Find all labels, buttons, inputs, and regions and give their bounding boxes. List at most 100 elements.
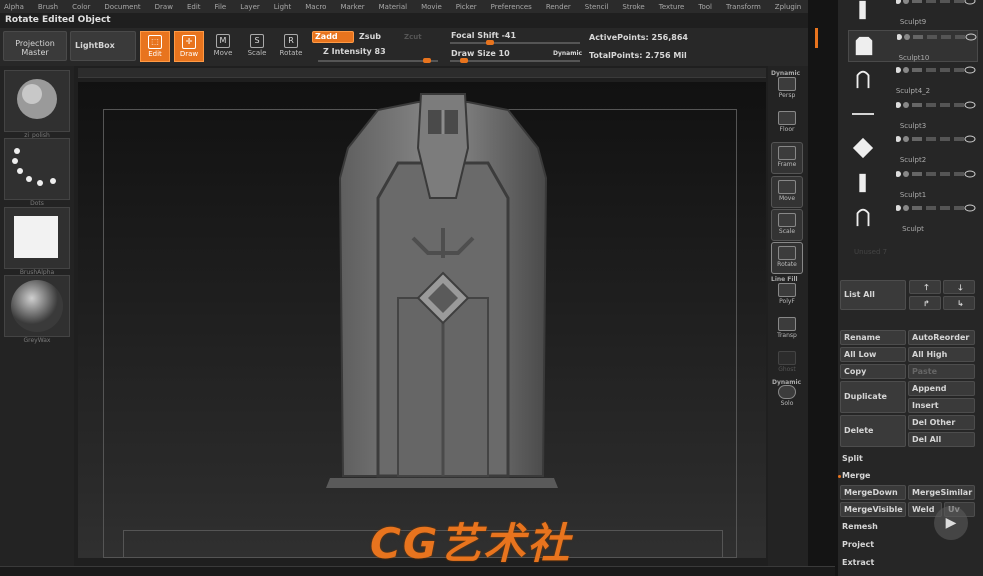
zcut-button[interactable]: Zcut bbox=[404, 33, 422, 41]
subtool-toggles[interactable] bbox=[896, 204, 976, 212]
move-up-button[interactable]: 🡑 bbox=[909, 280, 941, 294]
subtool-item[interactable]: Sculpt10 bbox=[848, 29, 978, 62]
persp-button[interactable]: Persp bbox=[771, 74, 803, 106]
subtool-toggles[interactable] bbox=[896, 101, 976, 109]
move-to-top-button[interactable]: ↱ bbox=[909, 296, 941, 310]
solo-button[interactable]: Solo bbox=[771, 382, 803, 414]
append-button[interactable]: Append bbox=[908, 381, 975, 396]
subtool-toggles[interactable] bbox=[896, 170, 976, 178]
edit-button[interactable]: ⬚ Edit bbox=[140, 31, 170, 62]
scale-button[interactable]: S Scale bbox=[242, 31, 272, 62]
merge-section[interactable]: Merge bbox=[842, 471, 870, 480]
merge-visible-button[interactable]: MergeVisible bbox=[840, 502, 906, 517]
rotate-button[interactable]: R Rotate bbox=[276, 31, 306, 62]
menu-render[interactable]: Render bbox=[546, 3, 571, 11]
play-icon[interactable]: ▶ bbox=[934, 506, 968, 540]
menu-layer[interactable]: Layer bbox=[240, 3, 260, 11]
subtool-item[interactable]: Sculpt bbox=[848, 202, 978, 234]
z-intensity-knob[interactable] bbox=[423, 58, 431, 63]
move-view-button[interactable]: Move bbox=[771, 176, 803, 208]
dynamic-toggle[interactable]: Dynamic bbox=[553, 50, 582, 57]
menu-movie[interactable]: Movie bbox=[421, 3, 442, 11]
del-all-button[interactable]: Del All bbox=[908, 432, 975, 447]
menu-material[interactable]: Material bbox=[379, 3, 407, 11]
tombstone-model bbox=[326, 93, 558, 488]
move-down-button[interactable]: 🡓 bbox=[943, 280, 975, 294]
paste-button[interactable]: Paste bbox=[908, 364, 975, 379]
zsub-button[interactable]: Zsub bbox=[359, 32, 381, 41]
delete-button[interactable]: Delete bbox=[840, 415, 906, 447]
draw-size-slider[interactable] bbox=[450, 58, 580, 63]
menu-light[interactable]: Light bbox=[274, 3, 291, 11]
lightbox-button[interactable]: LightBox bbox=[70, 31, 136, 61]
split-section[interactable]: Split bbox=[842, 454, 863, 463]
brush-thumb[interactable]: zi_polish bbox=[4, 70, 70, 139]
transp-button[interactable]: Transp bbox=[771, 314, 803, 346]
z-intensity-slider[interactable] bbox=[318, 58, 438, 63]
menu-zplugin[interactable]: Zplugin bbox=[775, 3, 801, 11]
project-section[interactable]: Project bbox=[842, 540, 874, 549]
focal-shift-slider[interactable] bbox=[450, 40, 580, 45]
alpha-thumb[interactable]: BrushAlpha bbox=[4, 207, 70, 276]
material-thumb[interactable]: GreyWax bbox=[4, 275, 70, 344]
rename-button[interactable]: Rename bbox=[840, 330, 906, 345]
menu-picker[interactable]: Picker bbox=[456, 3, 477, 11]
subtool-item[interactable]: Sculpt3 bbox=[848, 99, 978, 131]
subtool-toggles[interactable] bbox=[896, 135, 976, 143]
subtool-item[interactable]: Sculpt1 bbox=[848, 168, 978, 200]
menu-tool[interactable]: Tool bbox=[698, 3, 712, 11]
menu-marker[interactable]: Marker bbox=[340, 3, 364, 11]
menu-stroke[interactable]: Stroke bbox=[622, 3, 644, 11]
copy-button[interactable]: Copy bbox=[840, 364, 906, 379]
projection-master-button[interactable]: Projection Master bbox=[3, 31, 67, 61]
subtool-toggles[interactable] bbox=[897, 33, 977, 41]
all-high-button[interactable]: All High bbox=[908, 347, 975, 362]
subtool-item[interactable]: Sculpt2 bbox=[848, 133, 978, 165]
all-low-button[interactable]: All Low bbox=[840, 347, 906, 362]
duplicate-button[interactable]: Duplicate bbox=[840, 381, 906, 413]
menu-edit[interactable]: Edit bbox=[187, 3, 201, 11]
draw-size-knob[interactable] bbox=[460, 58, 468, 63]
ghost-button[interactable]: Ghost bbox=[771, 348, 803, 380]
canvas-viewport[interactable] bbox=[78, 82, 766, 558]
polyf-button[interactable]: PolyF bbox=[771, 280, 803, 312]
menu-draw[interactable]: Draw bbox=[155, 3, 173, 11]
list-all-button[interactable]: List All bbox=[840, 280, 906, 310]
rotate-view-button[interactable]: Rotate bbox=[771, 242, 803, 274]
menu-alpha[interactable]: Alpha bbox=[4, 3, 24, 11]
menu-texture[interactable]: Texture bbox=[659, 3, 685, 11]
zadd-button[interactable]: Zadd bbox=[312, 31, 354, 43]
auto-reorder-button[interactable]: AutoReorder bbox=[908, 330, 975, 345]
subtool-toggles[interactable] bbox=[896, 0, 976, 5]
move-button[interactable]: M Move bbox=[208, 31, 238, 62]
total-points: TotalPoints: 2.756 Mil bbox=[589, 51, 687, 60]
subtool-item[interactable]: Sculpt9 bbox=[848, 0, 978, 27]
menu-color[interactable]: Color bbox=[72, 3, 90, 11]
menu-stencil[interactable]: Stencil bbox=[585, 3, 609, 11]
floor-button[interactable]: Floor bbox=[771, 108, 803, 140]
draw-button[interactable]: ✛ Draw bbox=[174, 31, 204, 62]
subtool-name: Sculpt4_2 bbox=[895, 87, 931, 95]
merge-similar-button[interactable]: MergeSimilar bbox=[908, 485, 975, 500]
del-other-button[interactable]: Del Other bbox=[908, 415, 975, 430]
subtool-toggles[interactable] bbox=[896, 66, 976, 74]
subtool-name: Sculpt1 bbox=[899, 190, 927, 199]
move-to-bottom-button[interactable]: ↳ bbox=[943, 296, 975, 310]
menu-transform[interactable]: Transform bbox=[726, 3, 761, 11]
menu-macro[interactable]: Macro bbox=[305, 3, 326, 11]
panel-gutter bbox=[808, 0, 838, 576]
merge-down-button[interactable]: MergeDown bbox=[840, 485, 906, 500]
menu-file[interactable]: File bbox=[215, 3, 227, 11]
scale-view-button[interactable]: Scale bbox=[771, 209, 803, 241]
focal-shift-knob[interactable] bbox=[486, 40, 494, 45]
remesh-section[interactable]: Remesh bbox=[842, 522, 878, 531]
menu-document[interactable]: Document bbox=[104, 3, 140, 11]
frame-button[interactable]: Frame bbox=[771, 142, 803, 174]
menu-preferences[interactable]: Preferences bbox=[491, 3, 532, 11]
menu-brush[interactable]: Brush bbox=[38, 3, 58, 11]
stroke-thumb[interactable]: Dots bbox=[4, 138, 70, 207]
subtool-name: Sculpt3 bbox=[899, 121, 927, 130]
subtool-item[interactable]: Sculpt4_2 bbox=[848, 64, 978, 96]
extract-section[interactable]: Extract bbox=[842, 558, 874, 567]
insert-button[interactable]: Insert bbox=[908, 398, 975, 413]
